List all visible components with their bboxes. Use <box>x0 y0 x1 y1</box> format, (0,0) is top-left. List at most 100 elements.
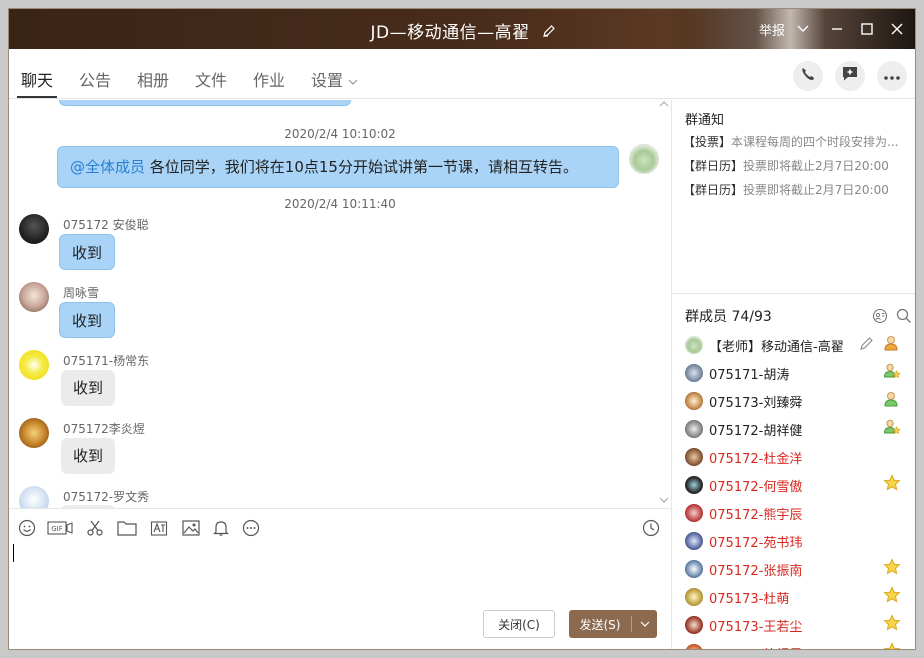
member-name: 075172-何雪傲 <box>709 480 803 495</box>
member-row[interactable]: 075172-胡祥健 <box>685 418 913 446</box>
phone-call-button[interactable] <box>793 61 823 91</box>
message-bubble[interactable]: 收到 <box>61 438 115 474</box>
member-name: 075172-杜金洋 <box>709 452 803 467</box>
member-avatar[interactable] <box>685 532 703 550</box>
notice-item[interactable]: 【群日历】投票即将截止2月7日20:00 <box>683 157 913 174</box>
star-icon <box>883 614 903 634</box>
more-options-button[interactable] <box>877 61 907 91</box>
tab-files[interactable]: 文件 <box>195 67 227 91</box>
member-settings-icon[interactable] <box>872 308 888 328</box>
gif-icon-label: GIF <box>51 525 63 533</box>
star-user-icon <box>883 418 903 438</box>
member-avatar[interactable] <box>685 616 703 634</box>
close-window-button[interactable] <box>885 17 909 41</box>
chevron-down-icon[interactable] <box>795 17 811 41</box>
member-row[interactable]: 075171-胡涛 <box>685 362 913 390</box>
send-options-chevron-icon[interactable] <box>632 610 657 638</box>
star-icon <box>883 558 903 578</box>
message-text: 收到 <box>73 379 104 397</box>
divider <box>672 293 915 294</box>
notice-item[interactable]: 【投票】本课程每周的四个时段安排为... <box>683 133 913 150</box>
maximize-button[interactable] <box>855 17 879 41</box>
message-bubble[interactable]: 收到 <box>59 302 115 338</box>
mention-all[interactable]: @全体成员 <box>70 158 145 176</box>
group-info-panel: 群通知 【投票】本课程每周的四个时段安排为... 【群日历】投票即将截止2月7日… <box>671 100 915 649</box>
message-bubble[interactable]: 收到 <box>59 234 115 270</box>
notice-text: 投票即将截止2月7日20:00 <box>743 183 889 197</box>
tab-bar: 聊天 公告 相册 文件 作业 设置 <box>9 49 915 99</box>
member-row[interactable]: 075173-杜萌 <box>685 586 913 614</box>
phone-icon <box>800 66 816 86</box>
tab-settings[interactable]: 设置 <box>311 67 358 91</box>
member-avatar[interactable] <box>685 392 703 410</box>
member-avatar[interactable] <box>685 644 703 649</box>
tab-album[interactable]: 相册 <box>137 67 169 91</box>
scroll-up-icon[interactable] <box>659 100 669 111</box>
message-list[interactable]: 2020/2/4 10:10:02 @全体成员 各位同学，我们将在10点15分开… <box>9 100 671 508</box>
previous-message-bubble <box>59 100 351 106</box>
member-avatar[interactable] <box>685 336 703 354</box>
fonts-icon[interactable] <box>149 518 169 538</box>
history-icon[interactable] <box>641 518 661 538</box>
gif-icon[interactable]: GIF <box>47 518 73 538</box>
image-icon[interactable] <box>181 518 201 538</box>
scissors-icon[interactable] <box>85 518 105 538</box>
member-row[interactable]: 075173-王若尘 <box>685 614 913 642</box>
star-icon <box>883 642 903 649</box>
tab-announcement[interactable]: 公告 <box>79 67 111 91</box>
scroll-down-icon[interactable] <box>659 496 669 507</box>
avatar[interactable] <box>19 214 49 244</box>
more-dots-icon <box>884 69 900 84</box>
notice-title: 群通知 <box>685 113 725 128</box>
report-button[interactable]: 举报 <box>757 17 787 41</box>
member-name: 075172-苑书玮 <box>709 536 803 551</box>
chat-window: JD—移动通信—高翟 举报 聊天 公告 相册 文件 作业 设置 2020/2/4… <box>8 8 916 650</box>
avatar[interactable] <box>19 282 49 312</box>
member-row[interactable]: 075172-张振南 <box>685 558 913 586</box>
message-bubble[interactable]: @全体成员 各位同学，我们将在10点15分开始试讲第一节课，请相互转告。 <box>57 146 619 188</box>
notice-text: 本课程每周的四个时段安排为... <box>731 135 899 149</box>
notice-tag: 【群日历】 <box>683 183 744 197</box>
message-input[interactable] <box>9 539 671 605</box>
edit-icon[interactable] <box>542 23 556 43</box>
notice-item[interactable]: 【群日历】投票即将截止2月7日20:00 <box>683 181 913 198</box>
member-row[interactable]: 【老师】移动通信-高翟 <box>685 334 913 362</box>
avatar[interactable] <box>19 418 49 448</box>
edit-icon[interactable] <box>859 335 875 351</box>
search-icon[interactable] <box>896 308 912 328</box>
sender-name: 075172-罗文秀 <box>63 490 150 504</box>
tab-homework[interactable]: 作业 <box>253 67 285 91</box>
chevron-down-icon <box>348 71 358 90</box>
member-avatar[interactable] <box>685 420 703 438</box>
user-icon <box>883 390 903 410</box>
send-button[interactable]: 发送(S) <box>569 610 657 638</box>
minimize-button[interactable] <box>825 17 849 41</box>
tab-chat[interactable]: 聊天 <box>21 67 53 91</box>
bell-icon[interactable] <box>211 518 231 538</box>
star-icon <box>883 586 903 606</box>
avatar[interactable] <box>19 350 49 380</box>
title-bar: JD—移动通信—高翟 举报 <box>9 9 915 49</box>
emoji-icon[interactable] <box>17 518 37 538</box>
member-avatar[interactable] <box>685 476 703 494</box>
member-row[interactable]: 075172-杜金洋 <box>685 446 913 474</box>
avatar[interactable] <box>19 486 49 508</box>
close-button[interactable]: 关闭(C) <box>483 610 555 638</box>
member-row[interactable]: 075173-刘臻舜 <box>685 390 913 418</box>
timestamp: 2020/2/4 10:11:40 <box>284 197 396 211</box>
folder-icon[interactable] <box>117 518 137 538</box>
member-avatar[interactable] <box>685 504 703 522</box>
more-icon[interactable] <box>241 518 261 538</box>
member-row[interactable]: 075172-何雪傲 <box>685 474 913 502</box>
member-avatar[interactable] <box>685 560 703 578</box>
member-avatar[interactable] <box>685 448 703 466</box>
member-row[interactable]: 075173-徐煜晨 <box>685 642 913 649</box>
avatar[interactable] <box>629 144 659 174</box>
new-chat-button[interactable] <box>835 61 865 91</box>
member-avatar[interactable] <box>685 588 703 606</box>
member-row[interactable]: 075172-苑书玮 <box>685 530 913 558</box>
member-avatar[interactable] <box>685 364 703 382</box>
message-bubble[interactable]: 收到 <box>61 370 115 406</box>
message-text: 收到 <box>72 244 103 262</box>
member-row[interactable]: 075172-熊宇辰 <box>685 502 913 530</box>
